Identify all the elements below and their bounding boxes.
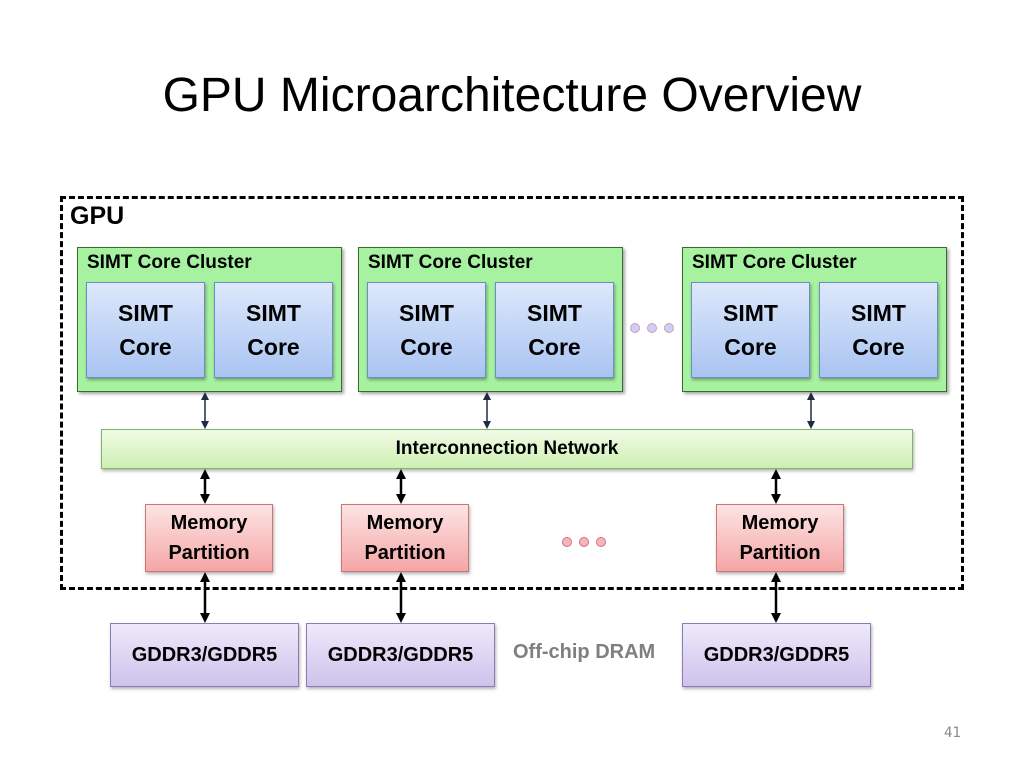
dram-label: GDDR3/GDDR5 [131, 643, 278, 666]
simt-core-cluster-1: SIMT Core Cluster SIMT Core SIMT Core [77, 247, 342, 392]
memory-partition-1: Memory Partition [145, 504, 273, 572]
core-label-line2: Core [247, 334, 300, 360]
memory-partition-3: Memory Partition [716, 504, 844, 572]
simt-core: SIMT Core [819, 282, 938, 378]
memory-label-line2: Partition [168, 542, 250, 564]
dram-label: GDDR3/GDDR5 [327, 643, 474, 666]
dram-label: GDDR3/GDDR5 [703, 643, 850, 666]
core-label-line1: SIMT [723, 300, 778, 326]
ellipsis-dot [630, 323, 640, 333]
dram-module-1: GDDR3/GDDR5 [110, 623, 299, 687]
core-label-line2: Core [852, 334, 905, 360]
memory-partition-2: Memory Partition [341, 504, 469, 572]
core-label-line2: Core [528, 334, 581, 360]
interconnect-label: Interconnection Network [395, 438, 619, 459]
dram-module-3: GDDR3/GDDR5 [682, 623, 871, 687]
core-label-line1: SIMT [851, 300, 906, 326]
core-label-line1: SIMT [399, 300, 454, 326]
offchip-dram-label: Off-chip DRAM [513, 641, 656, 663]
core-label-line2: Core [724, 334, 777, 360]
cluster-label: SIMT Core Cluster [87, 252, 252, 273]
memory-label-line1: Memory [366, 512, 444, 534]
core-label-line2: Core [400, 334, 453, 360]
memory-label-line1: Memory [741, 512, 819, 534]
ellipsis-dot [596, 537, 606, 547]
simt-core-cluster-3: SIMT Core Cluster SIMT Core SIMT Core [682, 247, 947, 392]
ellipsis-dot [664, 323, 674, 333]
slide-title: GPU Microarchitecture Overview [162, 69, 862, 122]
core-label-line2: Core [119, 334, 172, 360]
cluster-label: SIMT Core Cluster [692, 252, 857, 273]
memory-label-line2: Partition [739, 542, 821, 564]
core-label-line1: SIMT [118, 300, 173, 326]
cluster-label: SIMT Core Cluster [368, 252, 533, 273]
gpu-label: GPU [70, 202, 125, 230]
dram-module-2: GDDR3/GDDR5 [306, 623, 495, 687]
memory-label-line2: Partition [364, 542, 446, 564]
simt-core: SIMT Core [495, 282, 614, 378]
core-label-line1: SIMT [246, 300, 301, 326]
ellipsis-dot [579, 537, 589, 547]
simt-core: SIMT Core [214, 282, 333, 378]
simt-core: SIMT Core [367, 282, 486, 378]
ellipsis-dot [562, 537, 572, 547]
simt-core: SIMT Core [691, 282, 810, 378]
page-number: 41 [944, 725, 961, 741]
simt-core-cluster-2: SIMT Core Cluster SIMT Core SIMT Core [358, 247, 623, 392]
memory-label-line1: Memory [170, 512, 248, 534]
simt-core: SIMT Core [86, 282, 205, 378]
core-label-line1: SIMT [527, 300, 582, 326]
ellipsis-dot [647, 323, 657, 333]
interconnection-network: Interconnection Network [101, 429, 913, 469]
